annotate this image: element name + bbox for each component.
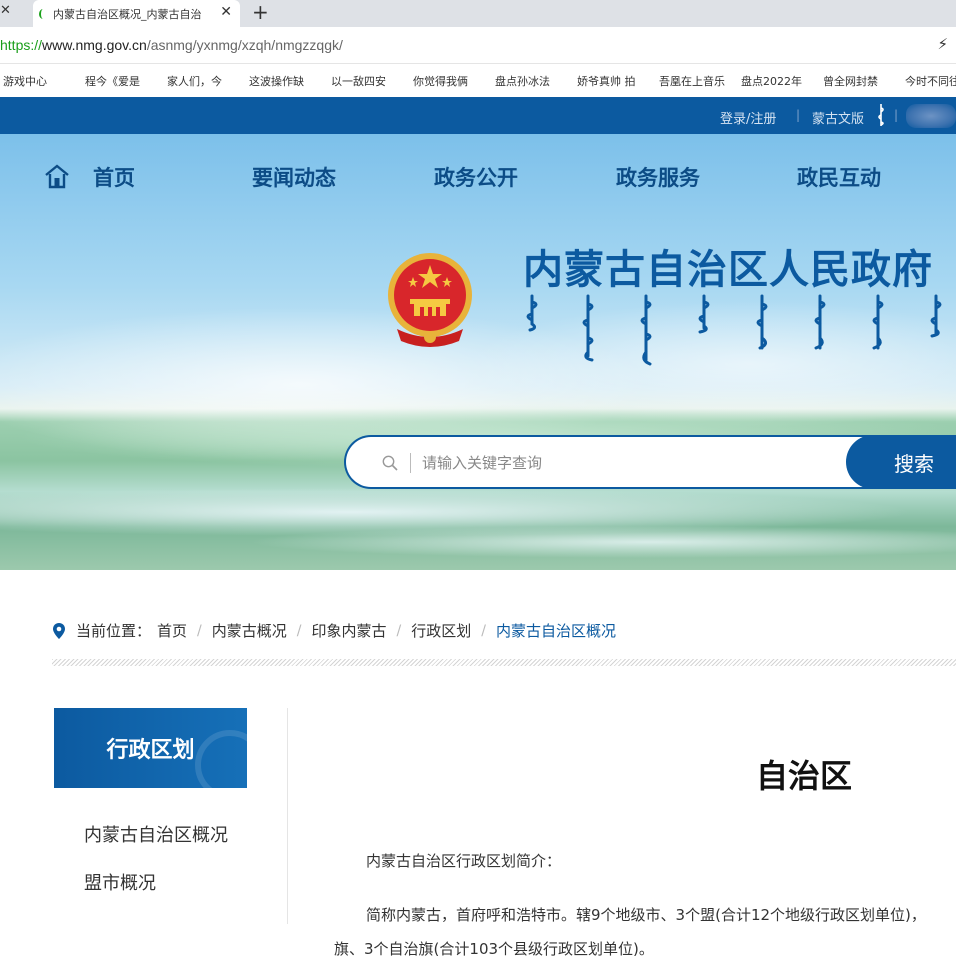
new-tab-icon[interactable]: + — [252, 0, 269, 24]
breadcrumb-separator: / — [481, 622, 486, 639]
bookmark-item[interactable]: 程今《爱是 — [85, 73, 155, 89]
login-register-link[interactable]: 登录/注册 — [720, 108, 776, 127]
bookmark-item[interactable]: 今时不同往日 — [905, 73, 956, 89]
breadcrumb-current[interactable]: 内蒙古自治区概况 — [496, 620, 616, 641]
divider: | — [894, 108, 899, 122]
url-path: /asnmg/yxnmg/xzqh/nmgzzqgk/ — [146, 37, 343, 53]
bookmark-item[interactable]: 你觉得我俩 — [413, 73, 483, 89]
address-bar[interactable]: https://www.nmg.gov.cn/asnmg/yxnmg/xzqh/… — [0, 27, 956, 64]
article-paragraph: 旗、3个自治旗(合计103个县级行政区划单位)。 — [334, 940, 654, 958]
mongolian-script-title — [526, 294, 942, 366]
breadcrumb-item-division[interactable]: 行政区划 — [411, 620, 471, 641]
mongolian-version-link[interactable]: 蒙古文版 — [812, 108, 864, 127]
hatched-divider — [52, 659, 956, 666]
sidebar-title-text: 行政区划 — [106, 738, 195, 763]
browser-tab[interactable]: 内蒙古自治区概况_内蒙古自治 ✕ — [33, 0, 240, 27]
bookmark-item[interactable]: 家人们，今 — [167, 73, 237, 89]
breadcrumb: 当前位置： 首页 / 内蒙古概况 / 印象内蒙古 / 行政区划 / 内蒙古自治区… — [52, 620, 616, 641]
nav-public-affairs[interactable]: 政务公开 — [434, 162, 518, 192]
bookmark-item[interactable]: 游戏中心 — [3, 73, 73, 89]
article-title: 自治区 — [756, 757, 853, 795]
lightning-icon[interactable]: ⚡ — [937, 35, 948, 53]
browser-tab-bar: ✕ 内蒙古自治区概况_内蒙古自治 ✕ + — [0, 0, 956, 27]
breadcrumb-separator: / — [197, 622, 202, 639]
breadcrumb-item-impression[interactable]: 印象内蒙古 — [311, 620, 386, 641]
article-intro: 内蒙古自治区行政区划简介： — [366, 852, 562, 870]
article-paragraph: 简称内蒙古，首府呼和浩特市。辖9个地级市、3个盟(合计12个地级行政区划单位)， — [366, 906, 926, 924]
divider — [410, 453, 411, 473]
nav-services[interactable]: 政务服务 — [616, 162, 700, 192]
bookmark-item[interactable]: 盘点孙冰法 — [495, 73, 565, 89]
bookmarks-bar: 游戏中心 程今《爱是 家人们，今 这波操作缺 以一敌四安 你觉得我俩 盘点孙冰法… — [0, 64, 956, 97]
home-icon[interactable] — [44, 163, 70, 189]
tab-close-icon[interactable]: ✕ — [220, 4, 232, 20]
bookmark-item[interactable]: 曾全网封禁 — [823, 73, 893, 89]
decorative-pattern — [195, 730, 247, 788]
url-scheme: https:// — [0, 37, 43, 53]
nav-home[interactable]: 首页 — [93, 162, 135, 192]
breadcrumb-label: 当前位置： — [76, 622, 152, 640]
breadcrumb-item-overview[interactable]: 内蒙古概况 — [212, 620, 287, 641]
bookmark-item[interactable]: 以一敌四安 — [331, 73, 401, 89]
close-icon[interactable]: ✕ — [0, 3, 11, 18]
sidebar-title: 行政区划 — [54, 708, 247, 788]
sidebar-item-league-city-overview[interactable]: 盟市概况 — [84, 869, 156, 895]
blurred-region — [906, 104, 956, 128]
divider — [287, 708, 288, 924]
main-content: 当前位置： 首页 / 内蒙古概况 / 印象内蒙古 / 行政区划 / 内蒙古自治区… — [24, 570, 956, 962]
banner: 首页 要闻动态 政务公开 政务服务 政民互动 内蒙古自治区人民政府 请输入关键字… — [0, 134, 956, 570]
national-emblem-icon — [388, 253, 472, 347]
bookmark-item[interactable]: 吾凰在上音乐 — [659, 73, 729, 89]
bookmark-item[interactable]: 娇爷真帅 拍 — [577, 73, 647, 89]
bookmark-item[interactable]: 这波操作缺 — [249, 73, 319, 89]
favicon-icon — [39, 8, 47, 19]
nav-interaction[interactable]: 政民互动 — [797, 162, 881, 192]
search-button[interactable]: 搜索 — [846, 435, 956, 489]
site-top-strip: 登录/注册 | 蒙古文版 | — [0, 97, 956, 134]
breadcrumb-item-home[interactable]: 首页 — [157, 620, 187, 641]
breadcrumb-separator: / — [396, 622, 402, 639]
search-input[interactable] — [422, 449, 842, 477]
url-text[interactable]: https://www.nmg.gov.cn/asnmg/yxnmg/xzqh/… — [0, 37, 343, 53]
site-title: 内蒙古自治区人民政府 — [523, 247, 933, 293]
search-icon — [382, 455, 398, 471]
bookmark-item[interactable]: 盘点2022年 — [741, 73, 811, 89]
location-pin-icon — [53, 622, 65, 639]
breadcrumb-separator: / — [296, 622, 302, 639]
mongolian-script-icon[interactable] — [875, 103, 887, 127]
tab-title: 内蒙古自治区概况_内蒙古自治 — [53, 7, 202, 21]
url-host: www.nmg.gov.cn — [42, 37, 147, 53]
nav-news[interactable]: 要闻动态 — [252, 162, 336, 192]
sidebar-item-region-overview[interactable]: 内蒙古自治区概况 — [84, 821, 228, 847]
divider: | — [796, 108, 801, 122]
